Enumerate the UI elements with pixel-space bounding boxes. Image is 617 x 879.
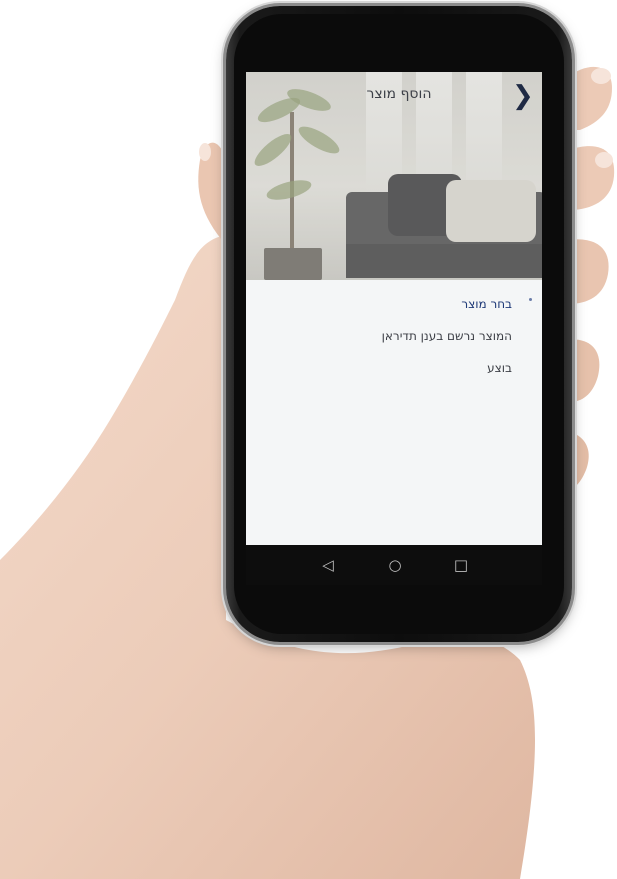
active-step-dot [529,298,532,301]
page-title: הוסף מוצר [366,86,432,102]
circle-home-icon[interactable]: ○ [385,555,405,575]
step-product-registered: המוצר נרשם בענן תדיראן [381,329,512,343]
square-recents-icon[interactable]: □ [451,555,471,575]
app-screen: הוסף מוצר ❯ בחר מוצר המוצר נרשם בענן תדי… [246,72,542,585]
triangle-back-icon[interactable]: ◁ [318,555,338,575]
app-header: הוסף מוצר ❯ [246,72,542,120]
step-done: בוצע [487,361,512,375]
chevron-right-icon[interactable]: ❯ [512,83,534,109]
steps-list: בחר מוצר המוצר נרשם בענן תדיראן בוצע [246,280,542,585]
android-navbar: ◁ ○ □ [246,545,542,585]
step-select-product: בחר מוצר [461,297,512,311]
